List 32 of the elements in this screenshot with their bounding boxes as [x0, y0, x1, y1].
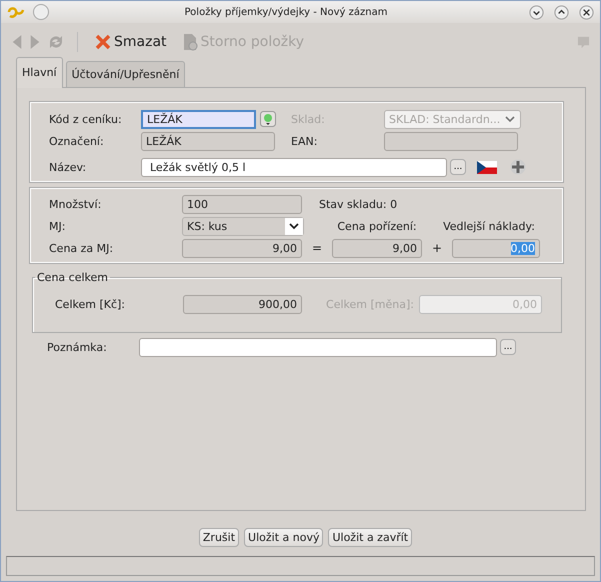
name-field[interactable]: Ležák světlý 0,5 l — [141, 158, 447, 176]
field-label: Množství: — [49, 198, 102, 210]
field-label: Celkem [Kč]: — [55, 298, 126, 310]
unit-price-field[interactable]: 9,00 — [182, 238, 302, 258]
window-title: Položky příjemky/výdejky - Nový záznam — [184, 6, 388, 18]
field-label: MJ: — [49, 220, 66, 232]
quantity-field[interactable]: 100 — [182, 194, 302, 214]
field-label: EAN: — [291, 134, 318, 148]
tab[interactable]: Účtování/Upřesnění — [66, 61, 186, 87]
plus-sign: + — [430, 241, 444, 255]
browse-button[interactable]: ... — [450, 159, 466, 175]
field-label: Cena pořízení: — [336, 220, 418, 232]
code-field[interactable]: LEŽÁK — [141, 110, 256, 128]
dialog-button[interactable]: Zrušit — [198, 528, 240, 547]
field-label: Označení: — [49, 134, 105, 148]
group-title: Cena celkem — [36, 271, 109, 284]
field-label: Cena za MJ: — [49, 242, 114, 254]
stock-text: Stav skladu: 0 — [319, 198, 398, 210]
delete-button[interactable]: Smazat — [90, 33, 171, 51]
purchase-price-field[interactable]: 9,00 — [332, 238, 422, 258]
field-label: Vedlejší náklady: — [442, 220, 536, 232]
unit-select[interactable]: KS: kus — [182, 216, 304, 236]
designation-field[interactable]: LEŽÁK — [141, 132, 275, 150]
equals-sign: = — [310, 241, 324, 255]
dialog-button[interactable]: Uložit a nový — [244, 528, 324, 547]
browse-button[interactable]: ... — [500, 339, 516, 355]
tab[interactable]: Hlavní — [16, 57, 63, 88]
dialog-button[interactable]: Uložit a zavřít — [328, 528, 412, 547]
field-label: Název: — [49, 160, 88, 174]
field-label: Poznámka: — [47, 340, 108, 354]
total-czk-field[interactable]: 900,00 — [183, 294, 302, 314]
field-label: Kód z ceníku: — [49, 112, 123, 126]
